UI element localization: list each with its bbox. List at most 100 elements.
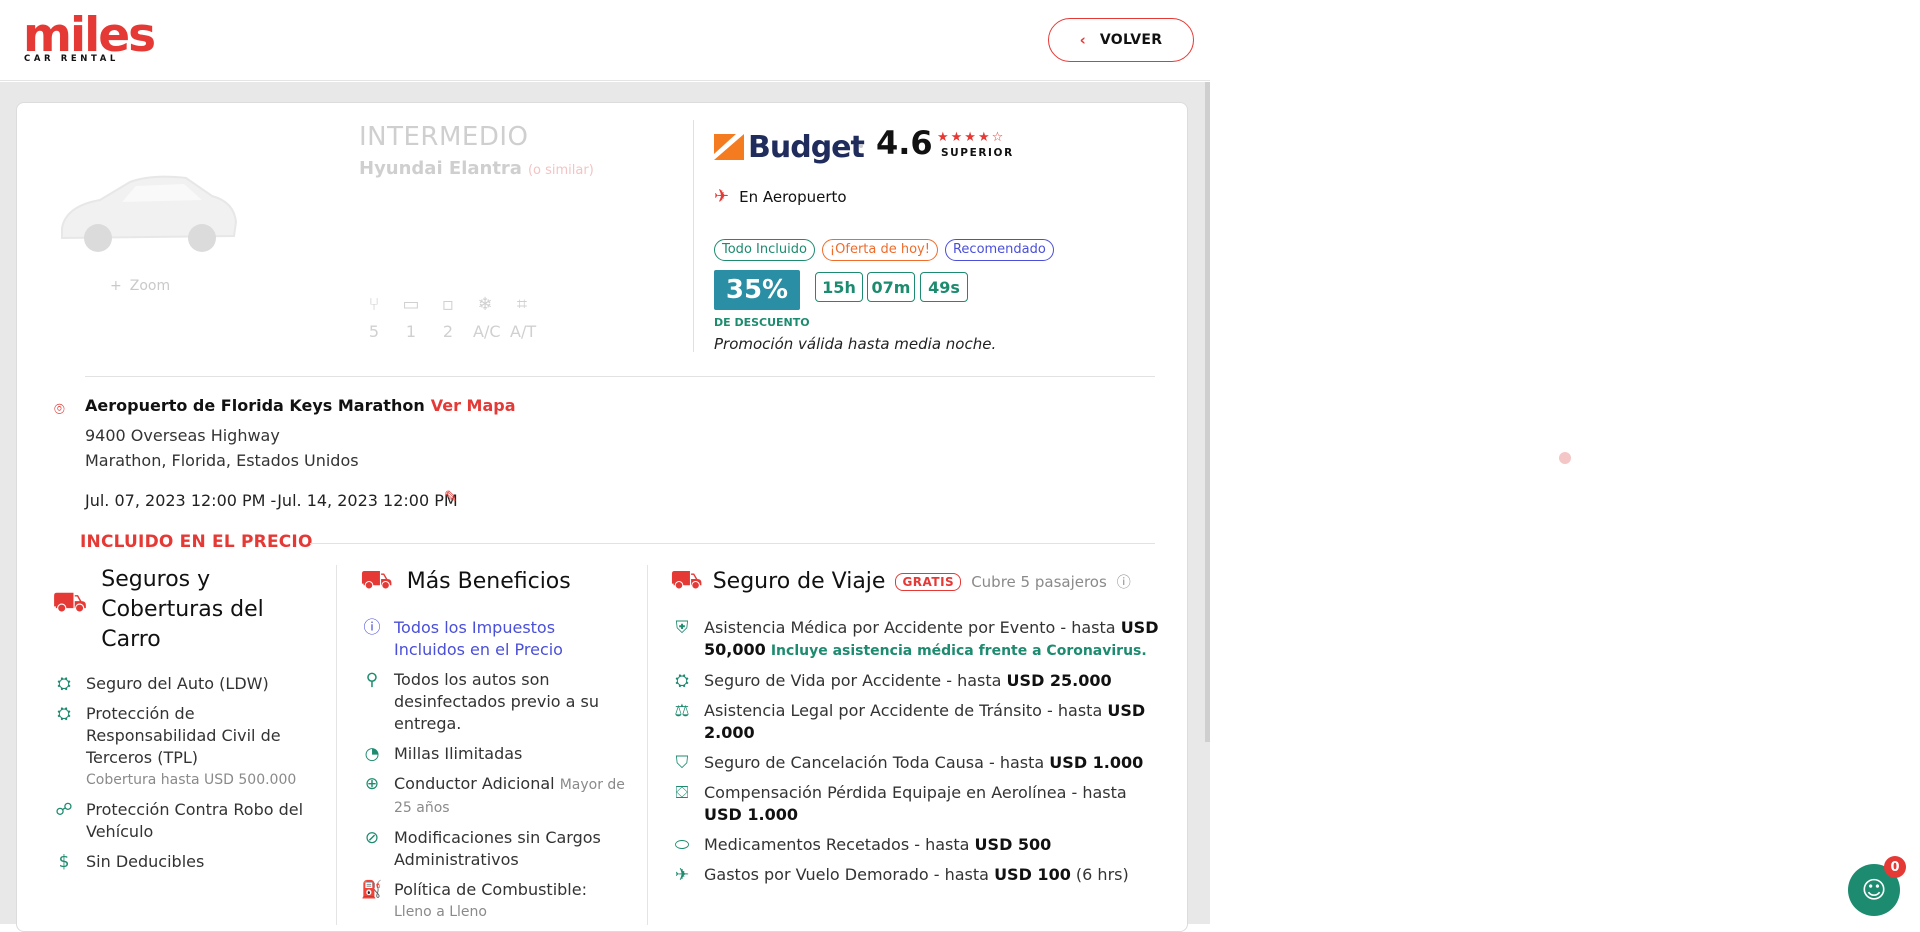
list-item: ◔ Millas Ilimitadas [360, 743, 630, 765]
car-star-icon: ⛟ [360, 565, 393, 595]
covers-passengers: Cubre 5 pasajeros [971, 573, 1107, 591]
insurance-header: ⛟ Seguros y Coberturas del Carro [52, 565, 322, 655]
item-label: Sin Deducibles [86, 852, 205, 871]
list-item: ⛋ Compensación Pérdida Equipaje en Aerolí… [670, 782, 1160, 826]
top-header: miles CAR RENTAL ‹ VOLVER [0, 0, 1210, 81]
column-divider [647, 565, 648, 925]
globe-icon: ⊕ [364, 774, 380, 794]
info-icon[interactable]: ⓘ [1117, 572, 1131, 592]
scales-icon: ⚖ [674, 701, 690, 721]
item-label: Todos los autos son desinfectados previo… [394, 670, 600, 733]
item-label: Millas Ilimitadas [394, 744, 523, 763]
spec-transmission-value: A/T [510, 322, 537, 341]
item-extra: (6 hrs) [1075, 865, 1129, 884]
discount-box: 35% [714, 270, 800, 310]
pill-icon: ⬭ [674, 835, 690, 855]
spec-ac-value: A/C [473, 322, 501, 341]
list-item: $ Sin Deducibles [52, 851, 322, 873]
budget-logo: Budget [714, 130, 865, 165]
item-label: Todos los Impuestos Incluidos en el Prec… [394, 618, 563, 659]
spec-transmission: ⌗ A/T [510, 294, 537, 341]
item-label: Protección de Responsabilidad Civil de T… [86, 704, 281, 767]
item-note: Incluye asistencia médica frente a Coron… [770, 643, 1147, 659]
life-icon: ⛭ [675, 671, 689, 691]
column-divider [336, 565, 337, 925]
spec-seats-value: 5 [368, 322, 380, 341]
benefits-column: ⛟ Más Beneficios ⓘ Todos los Impuestos In… [360, 565, 630, 931]
rating-label: SUPERIOR [941, 147, 1014, 159]
list-item: ⊘ Modificaciones sin Cargos Administrativ… [360, 827, 630, 871]
spec-seats: ⑂ 5 [362, 294, 386, 341]
back-button[interactable]: ‹ VOLVER [1048, 18, 1194, 62]
timer-seconds: 49s [920, 272, 968, 302]
spec-small-bags-value: 2 [442, 322, 454, 341]
list-item: ⛽ Política de Combustible: Lleno a Lleno [360, 879, 630, 923]
logo-subtitle: CAR RENTAL [24, 54, 119, 64]
list-item: ⛭ Protección de Responsabilidad Civil de … [52, 703, 322, 791]
free-badge: GRATIS [895, 573, 962, 591]
item-value: USD 1.000 [1049, 753, 1144, 772]
spec-large-bags-value: 1 [405, 322, 417, 341]
list-item: ⚖ Asistencia Legal por Accidente de Tráns… [670, 700, 1160, 744]
discount-label: DE DESCUENTO [714, 316, 810, 329]
view-map-link[interactable]: Ver Mapa [431, 396, 516, 415]
item-label: Seguro de Cancelación Toda Causa - hasta [704, 753, 1045, 772]
seat-icon: ⑂ [368, 294, 380, 315]
miles-logo[interactable]: miles CAR RENTAL [23, 8, 156, 70]
speedometer-icon: ◔ [364, 744, 380, 764]
car-shield-icon: ⛟ [670, 565, 703, 595]
item-label: Política de Combustible: [394, 880, 587, 899]
pickup-type: ✈ En Aeropuerto [714, 186, 847, 207]
list-item: ⬭ Medicamentos Recetados - hasta USD 500 [670, 834, 1160, 856]
item-label: Modificaciones sin Cargos Administrativo… [394, 828, 601, 869]
rental-dates: Jul. 07, 2023 12:00 PM -Jul. 14, 2023 12… [85, 491, 458, 510]
info-icon: ⓘ [363, 618, 381, 638]
divider [85, 376, 1155, 377]
thief-icon: ☍ [55, 800, 73, 820]
badge-recommended: Recomendado [944, 239, 1054, 261]
car-specs: ⑂ 5 ▭ 1 ▫ 2 ❄ A/C ⌗ A/T [362, 294, 537, 341]
timer-hours: 15h [815, 272, 863, 302]
item-value: USD 500 [974, 835, 1052, 854]
list-item[interactable]: ⓘ Todos los Impuestos Incluidos en el Pre… [360, 617, 630, 661]
chat-agent-icon: ☺ [1861, 876, 1887, 904]
item-value: USD 1.000 [704, 805, 798, 824]
address-line1: 9400 Overseas Highway [85, 426, 280, 445]
loading-indicator [1559, 452, 1571, 464]
car-model: Hyundai Elantra (o similar) [359, 158, 594, 179]
item-label: Seguro de Vida por Accidente - hasta [704, 671, 1002, 690]
item-value: USD 25.000 [1006, 671, 1112, 690]
plus-icon: + [110, 278, 122, 294]
list-item: ✈ Gastos por Vuelo Demorado - hasta USD 1… [670, 864, 1160, 886]
list-item: ⊕ Conductor Adicional Mayor de 25 años [360, 773, 630, 819]
bag-icon: ▫ [441, 294, 455, 315]
cancel-shield-icon: ⛉ [675, 753, 689, 773]
insurance-title: Seguros y Coberturas del Carro [101, 567, 264, 652]
car-check-icon: ⛭ [57, 674, 71, 694]
zoom-label: Zoom [129, 278, 171, 294]
item-label: Seguro del Auto (LDW) [86, 674, 269, 693]
airplane-icon: ✈ [714, 186, 730, 207]
item-sub: Cobertura hasta USD 500.000 [86, 772, 297, 788]
address-line2: Marathon, Florida, Estados Unidos [85, 451, 359, 470]
no-fee-icon: ⊘ [364, 828, 380, 848]
spray-icon: ⚲ [365, 670, 379, 690]
item-label: Medicamentos Recetados - hasta [704, 835, 970, 854]
car-image[interactable] [52, 166, 242, 266]
no-dollar-icon: $ [58, 852, 70, 872]
chat-notification-badge: 0 [1884, 856, 1906, 878]
medical-shield-icon: ⛨ [675, 618, 689, 638]
zoom-button[interactable]: + Zoom [110, 278, 170, 294]
item-label: Compensación Pérdida Equipaje en Aerolín… [704, 783, 1127, 802]
item-label: Asistencia Médica por Accidente por Even… [704, 618, 1116, 637]
travel-header: ⛟ Seguro de Viaje GRATIS Cubre 5 pasajer… [670, 565, 1160, 599]
location-pin-icon: ⌾ [54, 399, 65, 420]
benefits-title: Más Beneficios [406, 569, 571, 594]
gearshift-icon: ⌗ [516, 294, 528, 315]
item-sub: Lleno a Lleno [394, 904, 487, 920]
item-value: USD 100 [994, 865, 1071, 884]
scrollbar[interactable] [1205, 82, 1210, 742]
pencil-icon[interactable]: ✎ [444, 487, 457, 506]
list-item: ⛭ Seguro de Vida por Accidente - hasta US… [670, 670, 1160, 692]
pickup-type-label: En Aeropuerto [739, 187, 847, 206]
